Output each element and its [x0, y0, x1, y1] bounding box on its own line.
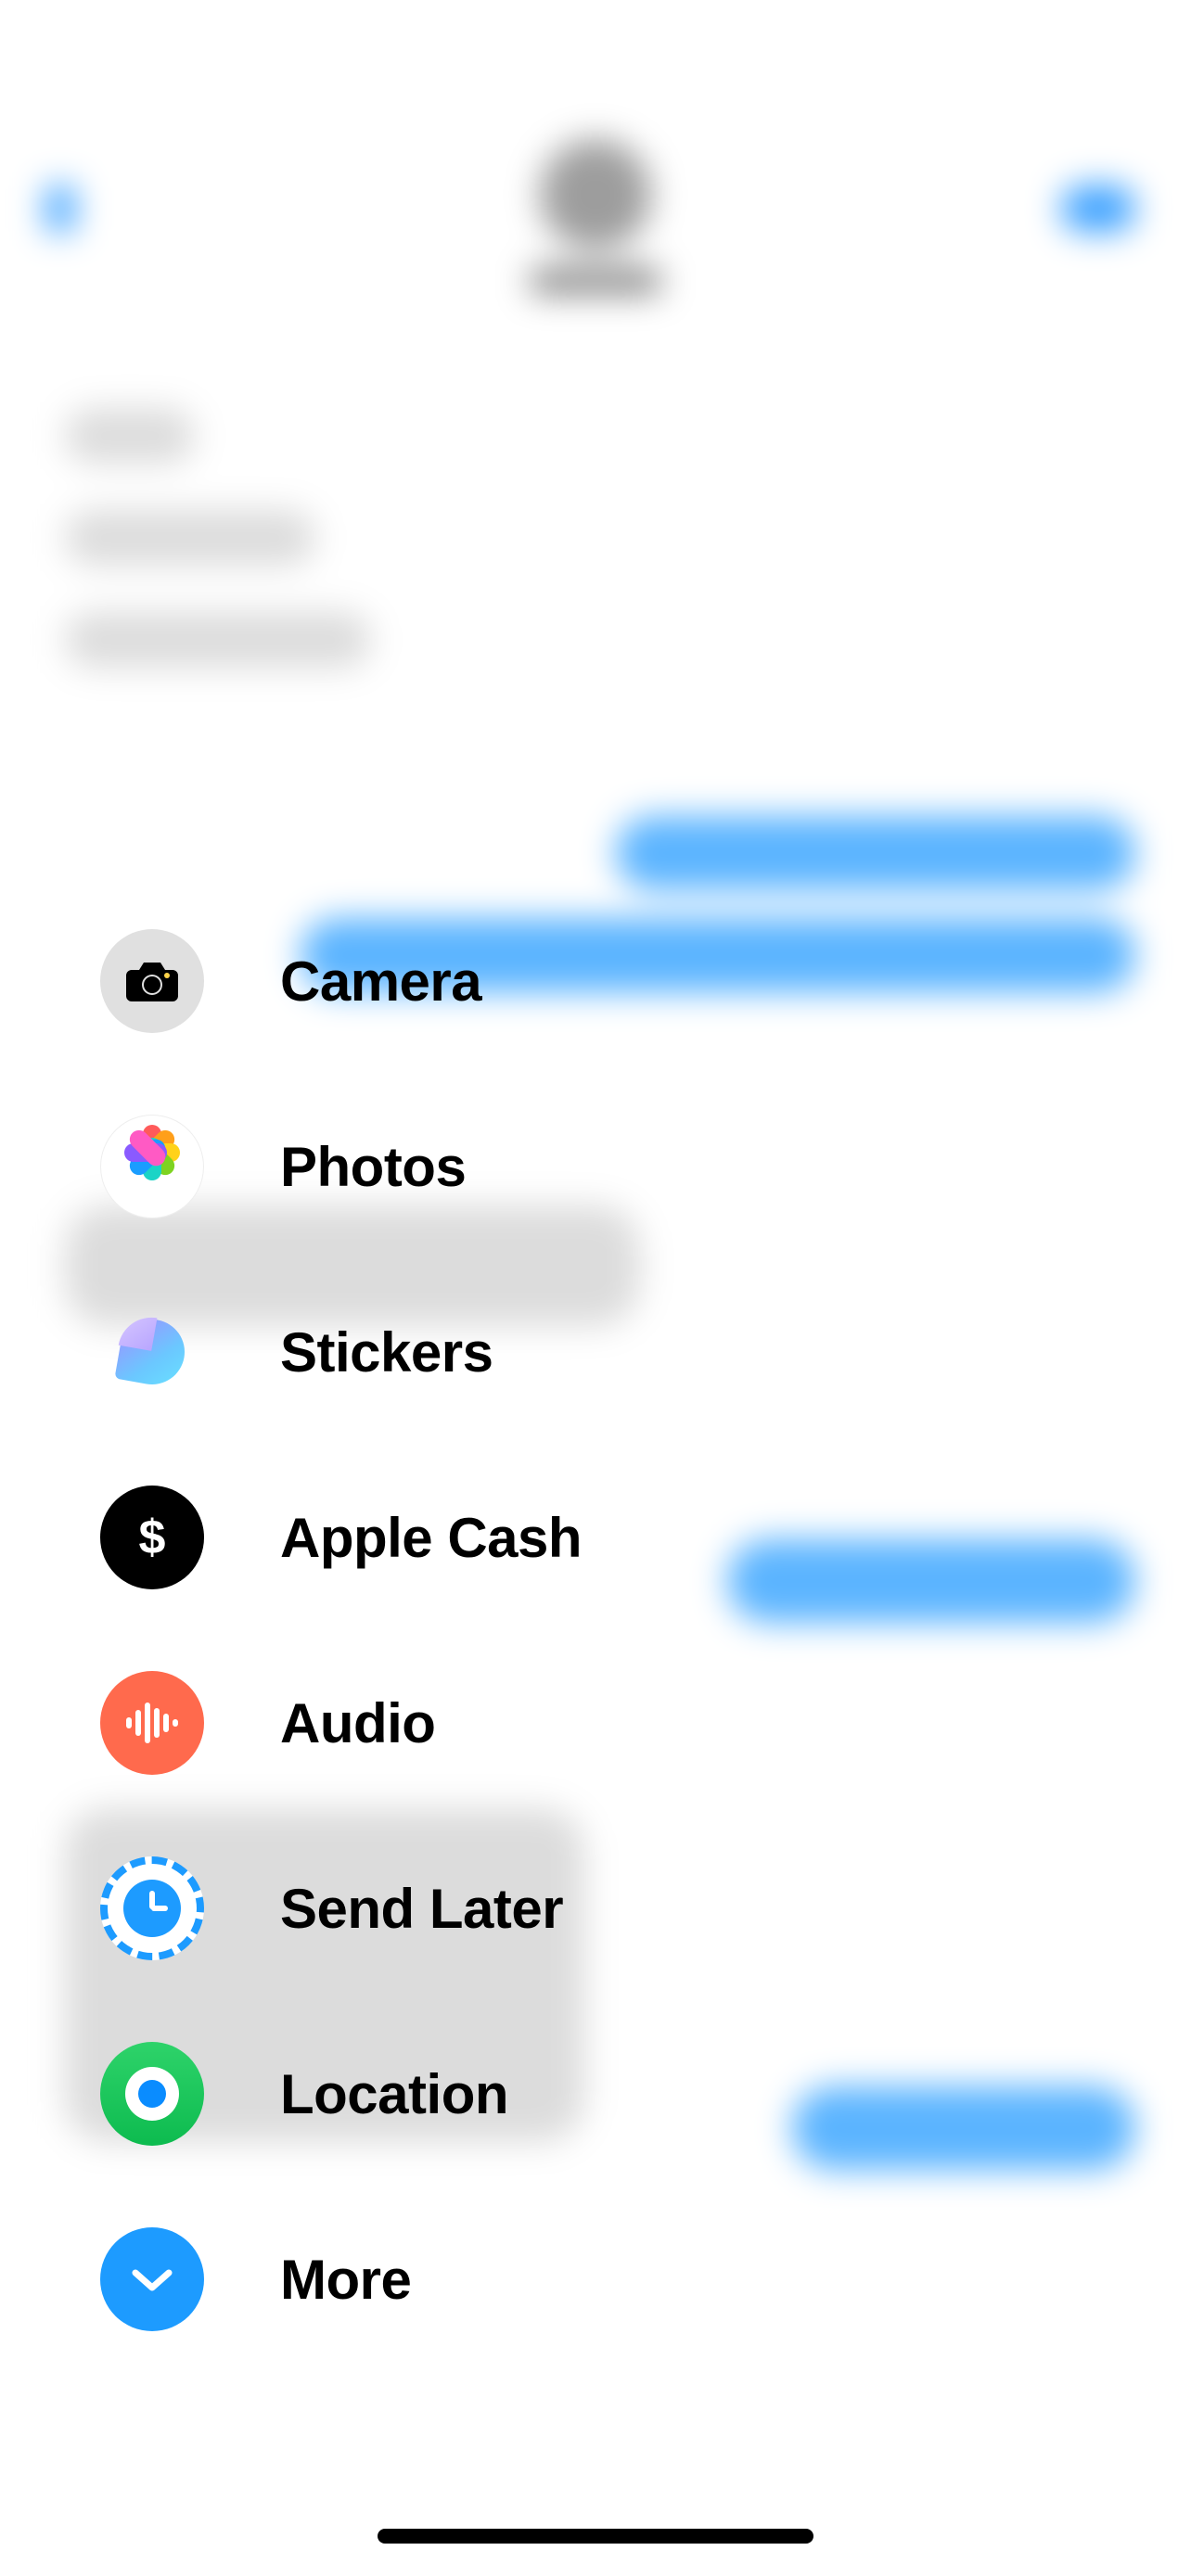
camera-icon: [100, 929, 204, 1033]
menu-label-audio: Audio: [280, 1691, 435, 1755]
menu-label-camera: Camera: [280, 950, 481, 1014]
attachment-menu: Camera Photos Stickers $ Apple Cash: [0, 888, 1191, 2372]
menu-label-apple-cash: Apple Cash: [280, 1506, 582, 1570]
apple-cash-icon: $: [100, 1486, 204, 1589]
audio-icon: [100, 1671, 204, 1775]
stickers-icon: [100, 1300, 204, 1404]
chevron-down-icon: [100, 2227, 204, 2331]
menu-item-stickers[interactable]: Stickers: [100, 1259, 1191, 1445]
menu-item-more[interactable]: More: [100, 2187, 1191, 2372]
menu-item-location[interactable]: Location: [100, 2001, 1191, 2187]
menu-label-stickers: Stickers: [280, 1320, 493, 1384]
menu-item-apple-cash[interactable]: $ Apple Cash: [100, 1445, 1191, 1630]
menu-item-audio[interactable]: Audio: [100, 1630, 1191, 1816]
menu-label-send-later: Send Later: [280, 1877, 563, 1941]
menu-item-camera[interactable]: Camera: [100, 888, 1191, 1074]
svg-text:$: $: [139, 1511, 166, 1564]
menu-label-more: More: [280, 2248, 411, 2312]
menu-label-location: Location: [280, 2062, 508, 2126]
send-later-icon: [100, 1856, 204, 1960]
menu-item-send-later[interactable]: Send Later: [100, 1816, 1191, 2001]
location-icon: [100, 2042, 204, 2146]
photos-icon: [100, 1115, 204, 1218]
menu-item-photos[interactable]: Photos: [100, 1074, 1191, 1259]
menu-label-photos: Photos: [280, 1135, 466, 1199]
home-indicator: [378, 2529, 813, 2544]
